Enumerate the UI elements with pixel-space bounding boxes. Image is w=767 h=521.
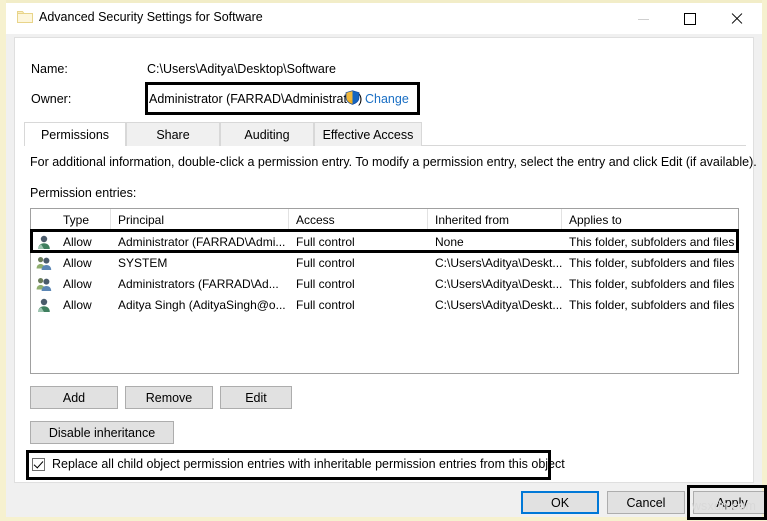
apply-button[interactable]: Apply (693, 491, 767, 514)
edit-button-label: Edit (245, 391, 267, 405)
maximize-icon (684, 13, 696, 25)
column-header-access[interactable]: Access (289, 209, 428, 231)
column-header-inherited-from[interactable]: Inherited from (428, 209, 562, 231)
cell-type: Allow (56, 294, 111, 315)
replace-child-permissions-checkbox[interactable] (32, 458, 45, 471)
close-button[interactable] (713, 3, 758, 34)
replace-child-permissions-label: Replace all child object permission entr… (52, 457, 565, 471)
cell-type: Allow (56, 273, 111, 294)
replace-child-permissions-checkbox-row[interactable]: Replace all child object permission entr… (32, 457, 565, 471)
cell-inherited-from: C:\Users\Aditya\Deskt... (428, 252, 562, 273)
cell-access: Full control (289, 252, 428, 273)
ok-button-label: OK (551, 496, 569, 510)
apply-button-label: Apply (716, 496, 747, 510)
add-button-label: Add (63, 391, 85, 405)
tab-permissions[interactable]: Permissions (24, 122, 126, 146)
tab-strip: Permissions Share Auditing Effective Acc… (24, 122, 746, 146)
uac-shield-icon (345, 90, 360, 105)
window-title: Advanced Security Settings for Software (39, 10, 263, 24)
page-edge-right (762, 0, 767, 521)
remove-button-label: Remove (146, 391, 193, 405)
cell-principal: SYSTEM (111, 252, 289, 273)
disable-inheritance-button-label: Disable inheritance (49, 426, 155, 440)
advanced-security-settings-window: Advanced Security Settings for Software … (6, 3, 762, 517)
table-row[interactable]: Allow SYSTEM Full control C:\Users\Adity… (31, 252, 738, 273)
maximize-button[interactable] (667, 3, 712, 34)
tab-permissions-label: Permissions (41, 128, 109, 142)
table-row[interactable]: Allow Administrators (FARRAD\Ad... Full … (31, 273, 738, 294)
tab-share[interactable]: Share (126, 122, 220, 146)
change-owner-link[interactable]: Change (365, 92, 409, 106)
minimize-button[interactable] (621, 3, 666, 34)
cell-access: Full control (289, 294, 428, 315)
cell-principal: Administrators (FARRAD\Ad... (111, 273, 289, 294)
owner-label: Owner: (31, 92, 71, 106)
cancel-button-label: Cancel (627, 496, 666, 510)
cell-principal: Aditya Singh (AdityaSingh@o... (111, 294, 289, 315)
cell-access: Full control (289, 273, 428, 294)
cell-type: Allow (56, 231, 111, 252)
cancel-button[interactable]: Cancel (607, 491, 685, 514)
remove-button[interactable]: Remove (125, 386, 213, 409)
group-icon (36, 255, 52, 271)
name-value: C:\Users\Aditya\Desktop\Software (147, 62, 336, 76)
table-row[interactable]: Allow Administrator (FARRAD\Admi... Full… (31, 231, 738, 252)
tab-effective-access-label: Effective Access (323, 128, 414, 142)
cell-access: Full control (289, 231, 428, 252)
minimize-icon (638, 19, 649, 20)
cell-inherited-from: C:\Users\Aditya\Deskt... (428, 273, 562, 294)
tab-auditing-label: Auditing (244, 128, 289, 142)
permission-entries-table[interactable]: Type Principal Access Inherited from App… (30, 208, 739, 374)
tab-auditing[interactable]: Auditing (220, 122, 314, 146)
table-row[interactable]: Allow Aditya Singh (AdityaSingh@o... Ful… (31, 294, 738, 315)
close-icon (730, 13, 742, 25)
user-icon (36, 297, 52, 313)
cell-applies-to: This folder, subfolders and files (562, 273, 739, 294)
content-panel: Name: C:\Users\Aditya\Desktop\Software O… (14, 37, 754, 483)
table-header-row: Type Principal Access Inherited from App… (31, 209, 738, 231)
owner-value: Administrator (FARRAD\Administrator) (149, 92, 362, 106)
cell-applies-to: This folder, subfolders and files (562, 231, 739, 252)
column-header-applies-to[interactable]: Applies to (562, 209, 739, 231)
tab-effective-access[interactable]: Effective Access (314, 122, 422, 146)
folder-icon (17, 10, 33, 24)
edit-button[interactable]: Edit (220, 386, 292, 409)
column-header-type[interactable]: Type (56, 209, 111, 231)
cell-applies-to: This folder, subfolders and files (562, 252, 739, 273)
group-icon (36, 276, 52, 292)
add-button[interactable]: Add (30, 386, 118, 409)
ok-button[interactable]: OK (521, 491, 599, 514)
disable-inheritance-button[interactable]: Disable inheritance (30, 421, 174, 444)
page-edge-bottom (0, 517, 767, 521)
dialog-footer: OK Cancel Apply (6, 483, 762, 517)
user-icon (36, 234, 52, 250)
cell-principal: Administrator (FARRAD\Admi... (111, 231, 289, 252)
cell-type: Allow (56, 252, 111, 273)
name-label: Name: (31, 62, 68, 76)
info-text: For additional information, double-click… (30, 155, 757, 169)
tab-share-label: Share (156, 128, 189, 142)
title-bar: Advanced Security Settings for Software (6, 3, 762, 34)
cell-inherited-from: None (428, 231, 562, 252)
cell-inherited-from: C:\Users\Aditya\Deskt... (428, 294, 562, 315)
entries-label: Permission entries: (30, 186, 136, 200)
cell-applies-to: This folder, subfolders and files (562, 294, 739, 315)
column-header-principal[interactable]: Principal (111, 209, 289, 231)
